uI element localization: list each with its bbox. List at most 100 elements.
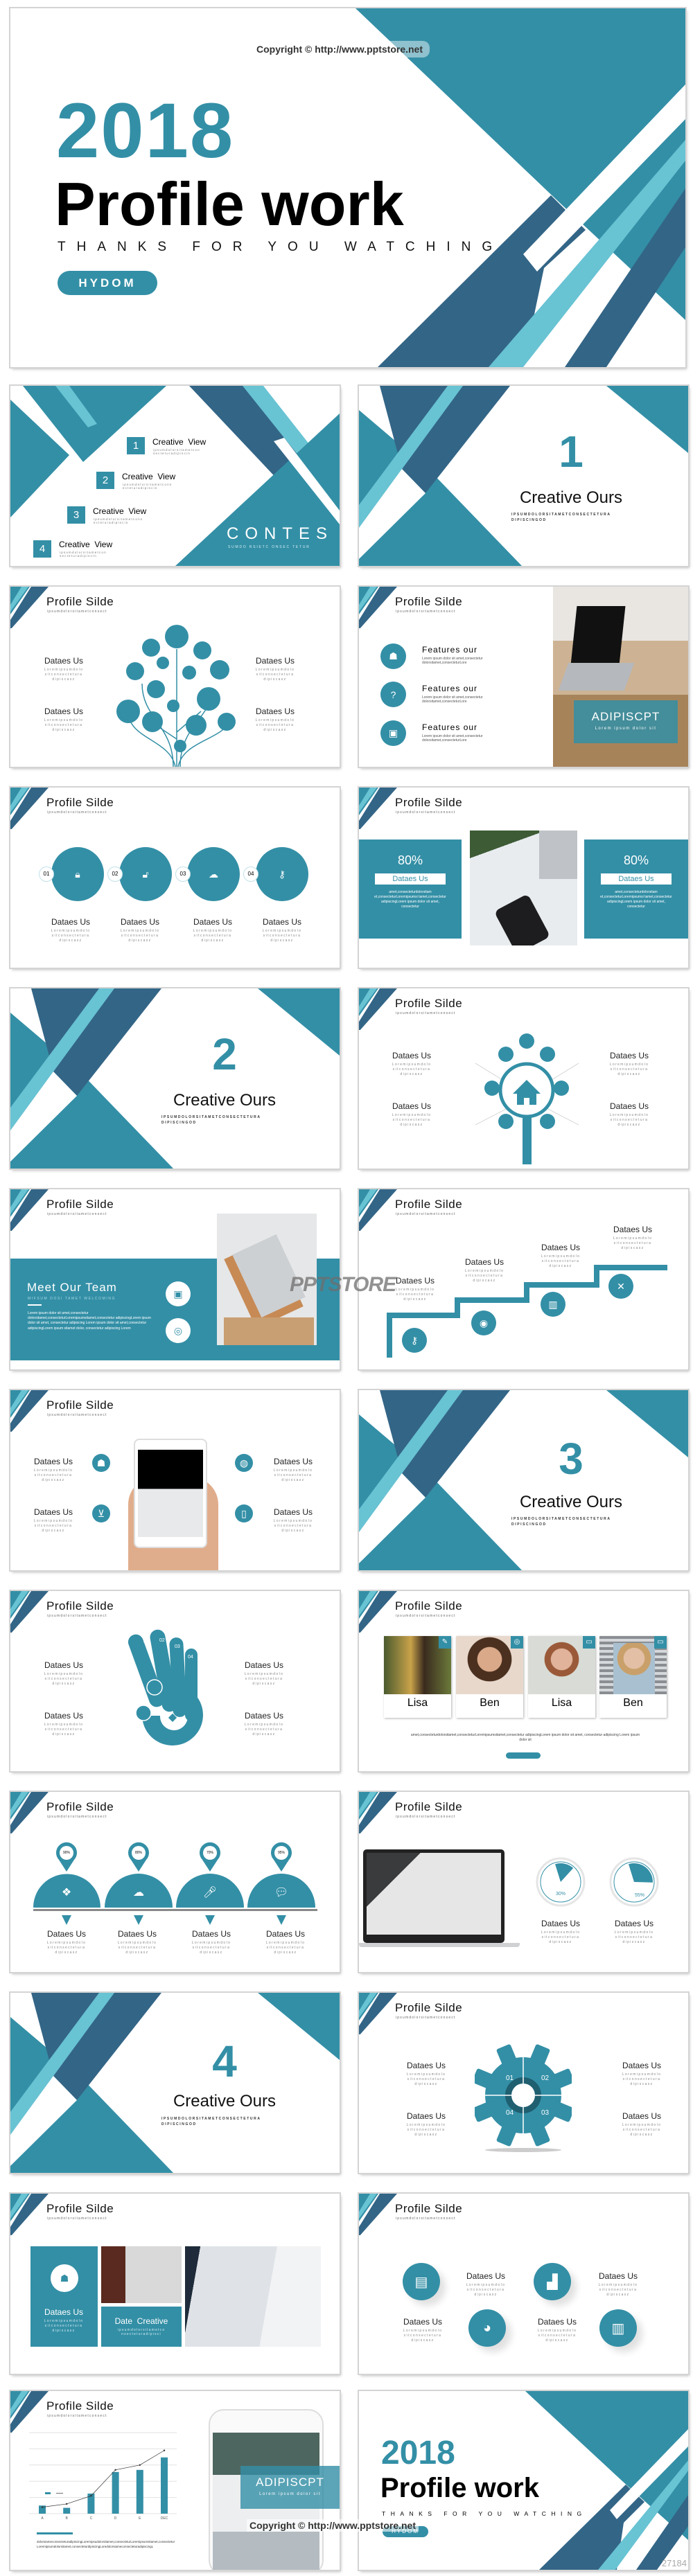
member-card[interactable]: ✎ Lisa: [384, 1636, 451, 1718]
section-subtitle: IPSUMDOLORSITAMETCONSECTETURA DIPISCINGO…: [511, 513, 611, 522]
item-title: Dataes Us: [622, 2111, 662, 2121]
svg-text:🎤︎: 🎤︎: [203, 1886, 217, 1899]
closing-year: 2018: [381, 2435, 455, 2471]
team-intro-text: Lorem ipsum dolor sit amet,consectetur d…: [28, 1311, 151, 1331]
item-text: Loremipsumdolo sitconsectetura dipiscasz: [44, 718, 84, 732]
item-title: Dataes Us: [273, 1507, 313, 1517]
data-item: Dataes Us Loremipsumdolo sitconsectetura …: [398, 2111, 454, 2138]
section-2-slide: 2 Creative Ours IPSUMDOLORSITAMETCONSECT…: [10, 988, 340, 1169]
svg-text:☁: ☁: [133, 1887, 144, 1899]
item-title: Dataes Us: [117, 1929, 157, 1939]
data-item: Dataes Us Loremipsumdolo sitconsectetura …: [36, 656, 91, 682]
data-item: Dataes Us Loremipsumdolo sitconsectetura …: [614, 2111, 669, 2138]
camera-icon: ◎: [511, 1636, 523, 1649]
mobile-icon: ▯: [235, 1504, 253, 1522]
cover-year: 2018: [56, 87, 235, 174]
slide-title: Profile Silde: [46, 1599, 114, 1613]
contents-label-2[interactable]: Creative View: [122, 472, 175, 481]
search-slide: Profile Silde ipsumdolorsitametconsect D…: [359, 988, 688, 1169]
pie-charts: [536, 1857, 659, 1907]
item-title: Dataes Us: [598, 2271, 638, 2281]
item-title: Dataes Us: [464, 1257, 505, 1267]
data-item: Dataes Us Loremipsumdolo sitconsectetura …: [265, 1507, 321, 1534]
section-subtitle: IPSUMDOLORSITAMETCONSECTETURA DIPISCINGO…: [161, 1115, 261, 1125]
contents-slide: 1 Creative View ipsumdolorsitametcon sec…: [10, 386, 340, 566]
stat-panel: 80% Dataes Us amet,consecteturdolorsitam…: [584, 840, 688, 939]
item-title: Dataes Us: [44, 707, 84, 716]
item-text: Loremipsumdolo sitconsectetura dipiscasz: [44, 1723, 84, 1736]
team-intro-title: Meet Our Team: [27, 1281, 117, 1294]
item-text: Loremipsumdolo sitconsectetura dipiscasz: [598, 2283, 638, 2297]
slide-subtitle: ipsumdolorsitametconsect: [396, 1614, 456, 1618]
section-4-slide: 4 Creative Ours IPSUMDOLORSITAMETCONSECT…: [10, 1993, 340, 2173]
data-item: Dataes Us Loremipsumdolo sitconsectetura …: [384, 1051, 439, 1077]
item-title: Dataes Us: [244, 1660, 284, 1670]
item-text: Loremipsumdolo sitconsectetura dipiscasz: [273, 1519, 313, 1533]
pin-percent: 90%: [62, 1851, 70, 1855]
item-text: Loremipsumdolo sitconsectetura dipiscasz: [403, 2329, 443, 2343]
line-point: [41, 2506, 44, 2508]
x-tick-label: D: [114, 2516, 117, 2521]
bar-chart-icon: ▥: [599, 2309, 637, 2347]
data-item: Dataes Us Loremipsumdolo sitconsectetura …: [254, 917, 310, 943]
step-number: 04: [243, 867, 258, 882]
mosaic-tile: Date Creative ipsumdolorsitametco nsecte…: [101, 2307, 182, 2347]
contents-label-4[interactable]: Creative View: [59, 540, 112, 549]
key-icon: ⚷: [256, 847, 308, 901]
legend-swatch-bars: [45, 2492, 51, 2494]
data-item: Dataes Us Loremipsumdolo sitconsectetura …: [457, 1257, 512, 1283]
contents-label-1[interactable]: Creative View: [152, 437, 206, 447]
slide-subtitle: ipsumdolorsitametconsect: [47, 1413, 107, 1417]
pencil-icon: ✎: [439, 1636, 451, 1649]
meeting-photo: [101, 2246, 182, 2303]
item-title: Dataes Us: [44, 1711, 84, 1721]
chart-bar: [136, 2469, 143, 2514]
item-title: Dataes Us: [406, 2111, 446, 2121]
data-item: Dataes Us Loremipsumdolo sitconsectetura …: [602, 1051, 657, 1077]
data-item: Dataes Us Loremipsumdolo sitconsectetura …: [236, 1660, 292, 1687]
copyright-watermark: Copyright © http://www.pptstore.net: [247, 2519, 419, 2532]
member-card[interactable]: ▭ Lisa: [528, 1636, 595, 1718]
contents-num-3: 3: [67, 506, 85, 524]
hydom-button[interactable]: HYDOM: [58, 271, 157, 295]
item-text: Loremipsumdolo sitconsectetura dipiscasz: [244, 1672, 284, 1686]
corner-stripes: [10, 587, 49, 628]
slide-title: Profile Silde: [395, 1599, 463, 1613]
item-text: Loremipsumdolo sitconsectetura dipiscasz: [622, 2123, 662, 2137]
data-item: Dataes Us Loremipsumdolo sitconsectetura …: [614, 2061, 669, 2087]
data-item: Dataes Us Loremipsumdolo sitconsectetura …: [247, 656, 303, 682]
data-item: Dataes Us Loremipsumdolo sitconsectetura …: [258, 1929, 313, 1955]
more-button[interactable]: [506, 1752, 541, 1759]
chart-text: dolorsiameconsecteturadipiscingLoremipsu…: [37, 2540, 175, 2548]
box-text: Lorem ipsum dolor sit: [595, 727, 657, 731]
step-number: 01: [39, 867, 54, 882]
item-text: Loremipsumdolo sitconsectetura dipiscasz: [262, 929, 302, 943]
data-item: Dataes Us Loremipsumdolo sitconsectetura …: [184, 1929, 239, 1955]
chart-bar: [112, 2471, 119, 2514]
member-card[interactable]: ◎ Ben: [456, 1636, 523, 1718]
item-text: Loremipsumdolo sitconsectetura dipiscasz: [541, 1930, 581, 1944]
member-card[interactable]: ▭ Ben: [599, 1636, 667, 1718]
item-text: Loremipsumdolo sitconsectetura dipiscasz: [537, 2329, 577, 2343]
cart-icon: ⊻: [92, 1504, 110, 1522]
data-item: Dataes Us Loremipsumdolo sitconsectetura …: [26, 1457, 81, 1483]
feature-text: Lorem ipsum dolor sit amet,consectetur d…: [422, 657, 483, 665]
monitor-icon: ▭: [654, 1636, 667, 1649]
feature-item: Features our Lorem ipsum dolor sit amet,c…: [422, 684, 526, 704]
corner-stripes: [359, 587, 397, 628]
gear-number: 04: [506, 2109, 514, 2117]
adipiscpt-box: ADIPISCPT Lorem ipsum dolor sit: [574, 700, 678, 743]
contents-text-3: ipsumdolorsitametcons ecteturadipiscin: [94, 517, 143, 524]
macbook-photo: [185, 2246, 321, 2347]
corner-stripes: [10, 1189, 49, 1231]
contents-label-3[interactable]: Creative View: [93, 506, 146, 516]
item-text: Loremipsumdolo sitconsectetura dipiscasz: [406, 2123, 446, 2137]
chart-bar: [63, 2507, 71, 2514]
item-title: Dataes Us: [44, 656, 84, 666]
svg-text:⚷: ⚷: [411, 1335, 418, 1346]
stat-label: Dataes Us: [601, 873, 672, 885]
slide-subtitle: ipsumdolorsitametconsect: [47, 1212, 107, 1216]
step-number: 02: [107, 867, 123, 882]
data-item: Dataes Us Loremipsumdolo sitconsectetura …: [112, 917, 168, 943]
corner-stripes: [10, 1591, 49, 1633]
